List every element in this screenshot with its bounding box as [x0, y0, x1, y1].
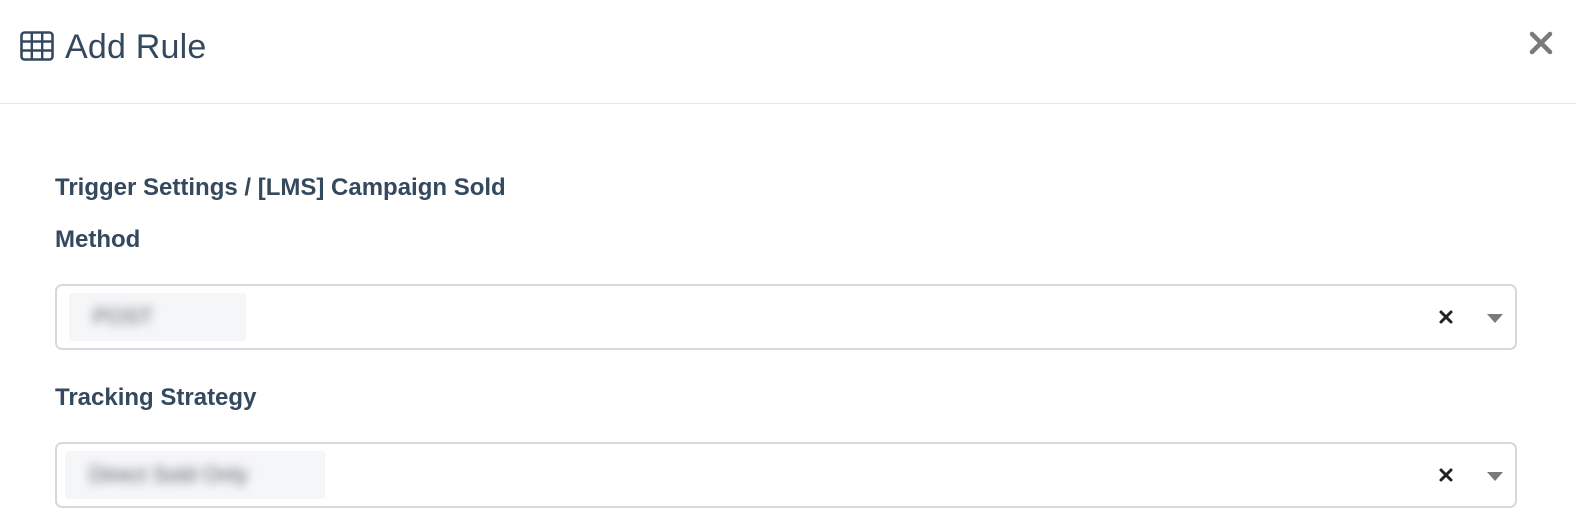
close-icon[interactable]	[1528, 30, 1554, 56]
tracking-strategy-selected-value: Direct Sold Only	[65, 451, 325, 499]
table-icon	[20, 31, 54, 61]
chevron-down-icon[interactable]	[1481, 308, 1509, 328]
tracking-strategy-value-text: Direct Sold Only	[89, 462, 248, 487]
method-value-text: POST	[93, 304, 153, 329]
clear-icon[interactable]	[1432, 461, 1460, 489]
tracking-strategy-label: Tracking Strategy	[55, 384, 257, 411]
breadcrumb: Trigger Settings / [LMS] Campaign Sold	[55, 174, 506, 201]
chevron-down-icon[interactable]	[1481, 466, 1509, 486]
clear-icon[interactable]	[1432, 303, 1460, 331]
method-selected-value: POST	[69, 293, 246, 341]
modal-header: Add Rule	[0, 0, 1576, 104]
modal-body: Trigger Settings / [LMS] Campaign Sold M…	[0, 105, 1576, 530]
method-select[interactable]: POST	[55, 284, 1517, 350]
tracking-strategy-select[interactable]: Direct Sold Only	[55, 442, 1517, 508]
modal-title: Add Rule	[65, 28, 207, 66]
method-label: Method	[55, 226, 141, 253]
